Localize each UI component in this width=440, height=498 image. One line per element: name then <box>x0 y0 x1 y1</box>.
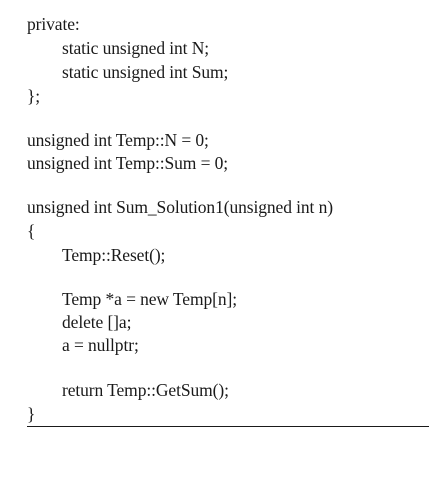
bottom-rule <box>27 426 429 427</box>
code-line-6: unsigned int Temp::Sum = 0; <box>27 153 229 173</box>
code-line-5: unsigned int Temp::N = 0; <box>27 130 209 150</box>
code-line-13: return Temp::GetSum(); <box>62 380 229 400</box>
code-line-7: unsigned int Sum_Solution1(unsigned int … <box>27 197 333 217</box>
code-line-3: static unsigned int Sum; <box>62 62 229 82</box>
code-line-12: a = nullptr; <box>62 335 139 355</box>
code-line-4: }; <box>27 86 41 106</box>
code-line-8: { <box>27 221 36 241</box>
code-line-14: } <box>27 404 36 424</box>
document-page: private: static unsigned int N; static u… <box>0 0 440 498</box>
code-line-1: private: <box>27 14 80 34</box>
code-line-9: Temp::Reset(); <box>62 245 166 265</box>
code-line-11: delete []a; <box>62 312 132 332</box>
code-line-10: Temp *a = new Temp[n]; <box>62 289 237 309</box>
code-line-2: static unsigned int N; <box>62 38 210 58</box>
